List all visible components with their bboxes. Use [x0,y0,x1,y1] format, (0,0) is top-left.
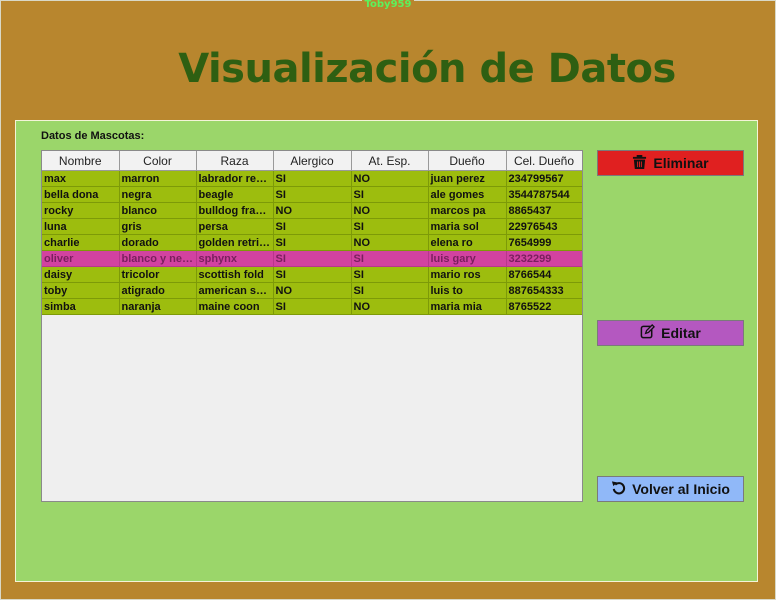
table-cell[interactable]: gris [119,218,197,235]
table-row[interactable]: tobyatigradoamerican shorthairNOSIluis t… [42,282,582,299]
table-cell[interactable]: labrador retriever [196,170,274,187]
table-cell[interactable]: juan perez [428,170,507,187]
table-cell[interactable]: beagle [196,186,274,203]
table-row[interactable]: simba naranja maine coon SI NO maria mia 87655… [42,298,582,315]
table-cell[interactable]: sphynx [196,250,274,267]
table-cell[interactable]: 234799567 [506,170,582,187]
column-header[interactable]: Cel. Dueño [506,151,582,171]
table-cell[interactable]: 3544787544 [506,186,582,203]
table-row[interactable]: bella dona negra beagle SI SI ale gomes 354478… [42,186,582,203]
table-cell[interactable]: luna [42,218,120,235]
table-cell[interactable]: NO [351,298,429,315]
content-panel: Datos de Mascotas: Nombre Color Raza Ale… [15,120,758,582]
table-cell[interactable]: marcos pa [428,202,507,219]
table-body: maxmarronlabrador retrieverSINOjuan pere… [42,170,582,315]
table-cell[interactable]: SI [351,282,429,299]
table-cell[interactable]: SI [273,186,352,203]
table-cell[interactable]: SI [273,234,352,251]
table-cell[interactable]: NO [351,202,429,219]
undo-icon [611,480,626,498]
table-row[interactable]: daisy tricolor scottish fold SI SI mario ros 8… [42,266,582,283]
table-cell[interactable]: NO [351,234,429,251]
table-cell[interactable]: NO [273,202,352,219]
home-button-label: Volver al Inicio [632,481,730,497]
table-cell[interactable]: SI [273,218,352,235]
table-header-row: Nombre Color Raza Alergico At. Esp. Dueñ… [42,151,582,171]
table-cell[interactable]: marron [119,170,197,187]
home-button[interactable]: Volver al Inicio [597,476,744,502]
column-header[interactable]: Color [119,151,197,171]
table-cell[interactable]: 8865437 [506,202,582,219]
table-row[interactable]: luna gris persa SI SI maria sol 22976543 [42,218,582,235]
table-cell[interactable]: SI [273,266,352,283]
table-cell[interactable]: SI [273,170,352,187]
table-cell[interactable]: 8766544 [506,266,582,283]
table-cell[interactable]: rocky [42,202,120,219]
table-cell[interactable]: NO [351,170,429,187]
pets-table-scroll[interactable]: Nombre Color Raza Alergico At. Esp. Dueñ… [41,150,583,502]
delete-button[interactable]: Eliminar [597,150,744,176]
table-cell[interactable]: mario ros [428,266,507,283]
table-cell[interactable]: dorado [119,234,197,251]
edit-button[interactable]: Editar [597,320,744,346]
table-cell[interactable]: golden retriever [196,234,274,251]
edit-icon [640,324,656,342]
table-cell[interactable]: atigrado [119,282,197,299]
table-cell[interactable]: toby [42,282,120,299]
table-cell[interactable]: american shorthair [196,282,274,299]
table-cell[interactable]: elena ro [428,234,507,251]
page-title: Visualización de Datos [178,46,676,92]
table-cell[interactable]: 8765522 [506,298,582,315]
column-header[interactable]: Alergico [273,151,352,171]
table-cell[interactable]: persa [196,218,274,235]
table-cell[interactable]: 3232299 [506,250,582,267]
table-cell[interactable]: SI [351,250,429,267]
table-cell[interactable]: luis gary [428,250,507,267]
table-cell[interactable]: SI [351,218,429,235]
table-cell[interactable]: simba [42,298,120,315]
table-cell[interactable]: bulldog francés [196,202,274,219]
column-header[interactable]: Nombre [42,151,120,171]
table-cell[interactable]: SI [351,186,429,203]
table-cell[interactable]: SI [273,298,352,315]
table-cell[interactable]: maria sol [428,218,507,235]
table-cell[interactable]: luis to [428,282,507,299]
table-cell[interactable]: 7654999 [506,234,582,251]
table-row[interactable]: rocky blanco bulldog francés NO NO marcos pa 8… [42,202,582,219]
edit-button-label: Editar [661,325,701,341]
table-cell[interactable]: maine coon [196,298,274,315]
table-cell[interactable]: SI [273,250,352,267]
table-cell[interactable]: blanco y negro [119,250,197,267]
table-cell[interactable]: negra [119,186,197,203]
pets-table-label: Datos de Mascotas: [41,130,145,142]
table-cell[interactable]: 887654333 [506,282,582,299]
table-cell[interactable]: oliver [42,250,120,267]
table-cell[interactable]: maria mia [428,298,507,315]
table-row[interactable]: charliedoradogolden retrieverSINOelena r… [42,234,582,251]
table-cell[interactable]: max [42,170,120,187]
pets-table: Nombre Color Raza Alergico At. Esp. Dueñ… [42,151,582,315]
table-cell[interactable]: charlie [42,234,120,251]
table-cell[interactable]: bella dona [42,186,120,203]
table-cell[interactable]: tricolor [119,266,197,283]
delete-button-label: Eliminar [653,155,709,171]
column-header[interactable]: At. Esp. [351,151,429,171]
table-row[interactable]: maxmarronlabrador retrieverSINOjuan pere… [42,170,582,187]
column-header[interactable]: Raza [196,151,274,171]
table-cell[interactable]: daisy [42,266,120,283]
table-cell[interactable]: blanco [119,202,197,219]
table-row[interactable]: oliver blanco y negro sphynx SI SI luis gary 3… [42,250,582,267]
window-title: Toby959 [361,0,415,10]
table-cell[interactable]: 22976543 [506,218,582,235]
window-title-bar: Toby959 [0,0,776,10]
table-cell[interactable]: NO [273,282,352,299]
column-header[interactable]: Dueño [428,151,507,171]
table-cell[interactable]: scottish fold [196,266,274,283]
table-cell[interactable]: ale gomes [428,186,507,203]
table-cell[interactable]: naranja [119,298,197,315]
trash-icon [632,154,647,172]
table-cell[interactable]: SI [351,266,429,283]
